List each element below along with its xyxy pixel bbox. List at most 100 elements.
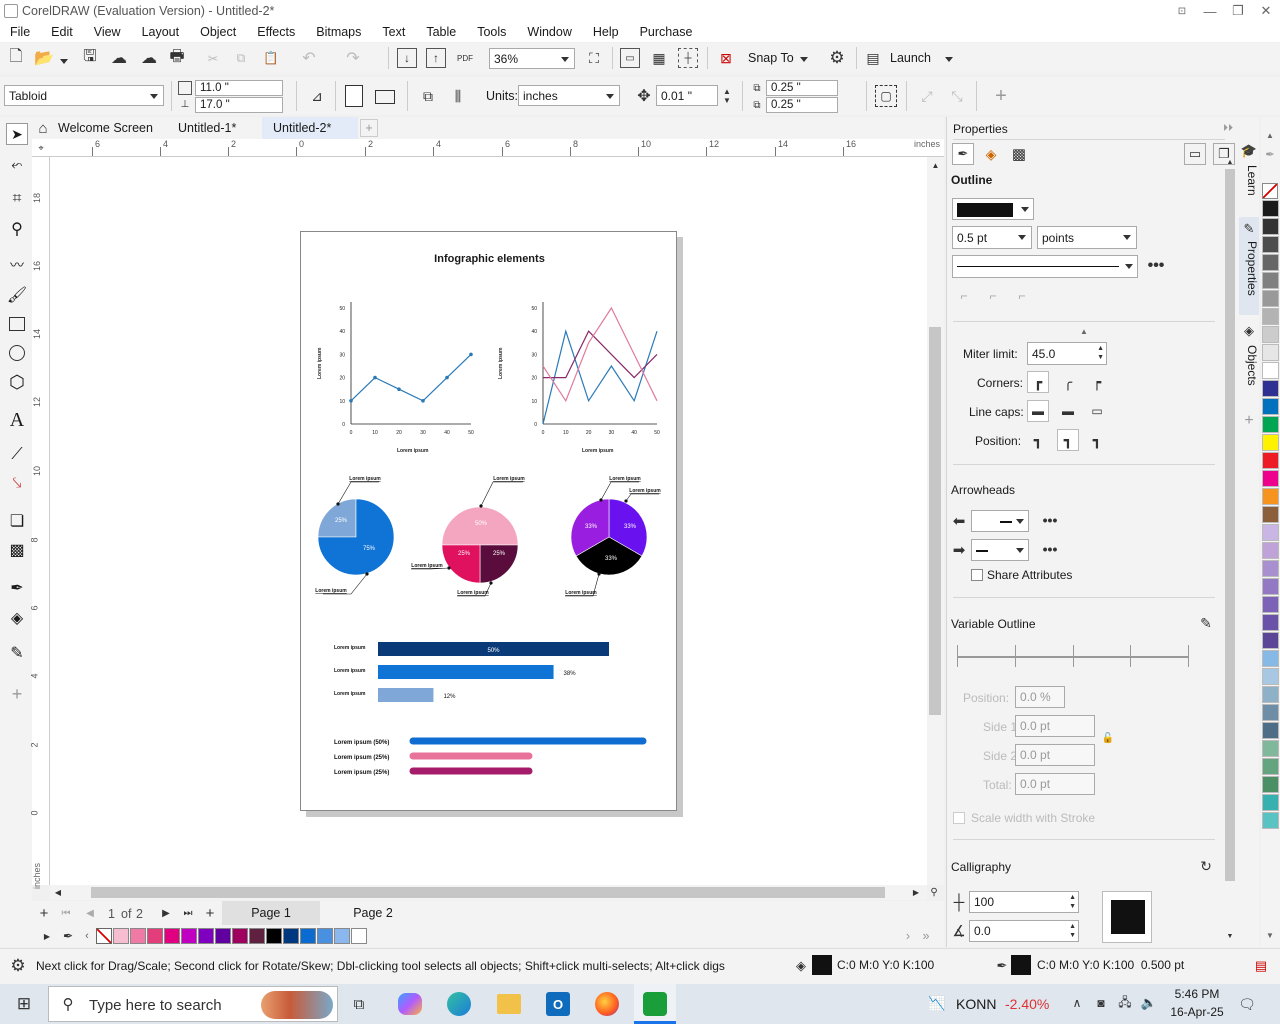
line-point[interactable] — [397, 387, 401, 391]
zoom-page-icon[interactable]: ⛶ — [584, 48, 604, 68]
palette-expand-icon[interactable]: » — [920, 928, 932, 944]
pie-slice-label[interactable]: 33% — [624, 524, 637, 530]
pie-slice-label[interactable]: 25% — [493, 551, 506, 557]
y-tick-label[interactable]: 20 — [339, 376, 345, 382]
panel-collapse-icon[interactable]: ⏵⏵ — [1221, 121, 1235, 135]
leader-label[interactable]: Lorem ipsum — [609, 476, 641, 482]
options-gear-icon[interactable]: ⚙ — [827, 48, 847, 68]
landscape-icon[interactable] — [375, 90, 395, 104]
all-pages-icon[interactable]: ⊿ — [306, 85, 328, 107]
line-point[interactable] — [445, 375, 449, 380]
last-page-icon[interactable]: ⏭ — [180, 904, 196, 922]
frame-tab-icon[interactable]: ▭ — [1184, 143, 1206, 165]
menu-layout[interactable]: Layout — [142, 25, 180, 39]
guidelines-icon[interactable]: ┼ — [678, 48, 698, 68]
line-series[interactable] — [350, 353, 472, 402]
outlook-icon[interactable]: O — [546, 992, 570, 1016]
pie-slice-label[interactable]: 33% — [605, 556, 618, 562]
x-tick-label[interactable]: 40 — [444, 430, 450, 436]
palette-swatch[interactable] — [1262, 380, 1279, 397]
end-arrow-more-icon[interactable]: ••• — [1039, 541, 1061, 557]
transparency-tab-icon[interactable]: ▩ — [1008, 143, 1030, 165]
side-tab-properties[interactable]: Properties — [1239, 241, 1259, 296]
x-tick-label[interactable]: 0 — [542, 430, 545, 436]
windows-start-icon[interactable]: ⊞ — [14, 994, 34, 1014]
line-point[interactable] — [349, 399, 353, 403]
round-corner-icon[interactable]: ╭ — [1057, 371, 1079, 393]
x-tick-label[interactable]: 50 — [468, 430, 474, 436]
parallel-dimension-icon[interactable]: ⟋ — [6, 444, 28, 466]
bar-value-label[interactable]: 38% — [564, 671, 577, 677]
cloud-upload-icon[interactable]: ☁ — [138, 48, 160, 68]
scroll-right-icon[interactable]: ▶ — [910, 886, 922, 899]
nudge-spinner-icon[interactable]: ▲ ▼ — [720, 85, 734, 107]
coreldraw-taskbar-item[interactable] — [634, 984, 676, 1024]
outline-pen-tab-icon[interactable]: ✒ — [952, 143, 974, 165]
palette-swatch[interactable] — [1262, 506, 1279, 523]
menu-object[interactable]: Object — [200, 25, 236, 39]
launch-icon[interactable]: ▤ — [864, 48, 882, 68]
open-folder-icon[interactable]: 📂 — [34, 48, 54, 68]
fill-status-swatch[interactable] — [812, 955, 832, 975]
miter-corner-icon[interactable]: ┏ — [1027, 371, 1049, 393]
bleed-icon[interactable]: ⫼ — [447, 85, 469, 107]
line-point[interactable] — [469, 352, 473, 357]
palette-swatch[interactable] — [1262, 758, 1279, 775]
palette-swatch[interactable] — [1262, 596, 1279, 613]
stretch-spinner-icon[interactable]: ▲ ▼ — [1069, 893, 1076, 911]
pick-tool-icon[interactable]: ➤ — [6, 123, 28, 145]
file-explorer-icon[interactable] — [497, 994, 521, 1014]
page-height-field[interactable]: 17.0 " — [195, 97, 283, 113]
bevel-corner-icon[interactable]: ┍ — [1086, 371, 1108, 393]
x-tick-label[interactable]: 30 — [420, 430, 426, 436]
maximize-button[interactable]: ❐ — [1224, 0, 1252, 22]
y-tick-label[interactable]: 10 — [339, 399, 345, 405]
minimize-button[interactable]: — — [1196, 0, 1224, 22]
scroll-up-icon[interactable]: ▲ — [930, 159, 941, 171]
bar-label[interactable]: Lorem ipsum — [334, 645, 366, 651]
palette-swatch[interactable] — [1262, 416, 1279, 433]
page-tab-1[interactable]: Page 1 — [222, 901, 320, 925]
variable-outline-tool-icon[interactable]: ✎ — [1197, 614, 1215, 632]
palette-swatch[interactable] — [1262, 200, 1279, 217]
panel-scroll-up-icon[interactable]: ▲ — [1225, 157, 1235, 167]
page-size-select[interactable]: Tabloid — [4, 85, 164, 106]
palette-no-color-swatch[interactable] — [1262, 183, 1278, 199]
bar-value-label[interactable]: 12% — [443, 694, 456, 700]
side-tab-learn[interactable]: Learn — [1239, 165, 1259, 196]
palette-swatch[interactable] — [1262, 704, 1279, 721]
document-palette-swatch[interactable] — [130, 928, 146, 944]
square-cap-icon[interactable]: ▭ — [1086, 400, 1108, 422]
section-collapse-icon[interactable]: ▲ — [1077, 326, 1091, 336]
y-tick-label[interactable]: 40 — [531, 329, 537, 335]
palette-swatch[interactable] — [1262, 650, 1279, 667]
duplicate-x-field[interactable]: 0.25 " — [766, 80, 838, 96]
add-tool-icon[interactable]: + — [6, 683, 28, 705]
palette-swatch[interactable] — [1262, 614, 1279, 631]
drawing-page[interactable]: Infographic elements 50 40 30 20 10 0 0 10 20 30 4… — [300, 231, 677, 811]
y-axis-title[interactable]: Lorem ipsum — [317, 347, 323, 379]
edge-icon[interactable] — [447, 992, 471, 1016]
leader-label[interactable]: Lorem ipsum — [493, 476, 525, 482]
angle-spinner-icon[interactable]: ▲ ▼ — [1069, 922, 1076, 940]
palette-swatch[interactable] — [1262, 308, 1279, 325]
palette-swatch[interactable] — [1262, 236, 1279, 253]
x-tick-label[interactable]: 30 — [609, 430, 615, 436]
status-settings-gear-icon[interactable]: ⚙ — [8, 956, 28, 976]
add-icon[interactable]: + — [990, 85, 1012, 107]
menu-bitmaps[interactable]: Bitmaps — [316, 25, 361, 39]
leader-label[interactable]: Lorem ipsum — [457, 590, 489, 596]
open-dropdown-icon[interactable] — [60, 59, 68, 64]
portrait-icon[interactable] — [345, 85, 363, 107]
palette-swatch[interactable] — [1262, 794, 1279, 811]
panel-scroll-down-icon[interactable]: ▼ — [1225, 931, 1235, 941]
share-attributes-checkbox[interactable] — [971, 569, 983, 581]
palette-scroll-left-icon[interactable]: ‹ — [82, 928, 92, 944]
palette-swatch[interactable] — [1262, 776, 1279, 793]
new-tab-icon[interactable]: + — [360, 119, 378, 137]
palette-swatch[interactable] — [1262, 542, 1279, 559]
palette-swatch[interactable] — [1262, 344, 1279, 361]
x-tick-label[interactable]: 0 — [350, 430, 353, 436]
home-icon[interactable]: ⌂ — [34, 119, 52, 137]
leader-label[interactable]: Lorem ipsum — [411, 563, 443, 569]
